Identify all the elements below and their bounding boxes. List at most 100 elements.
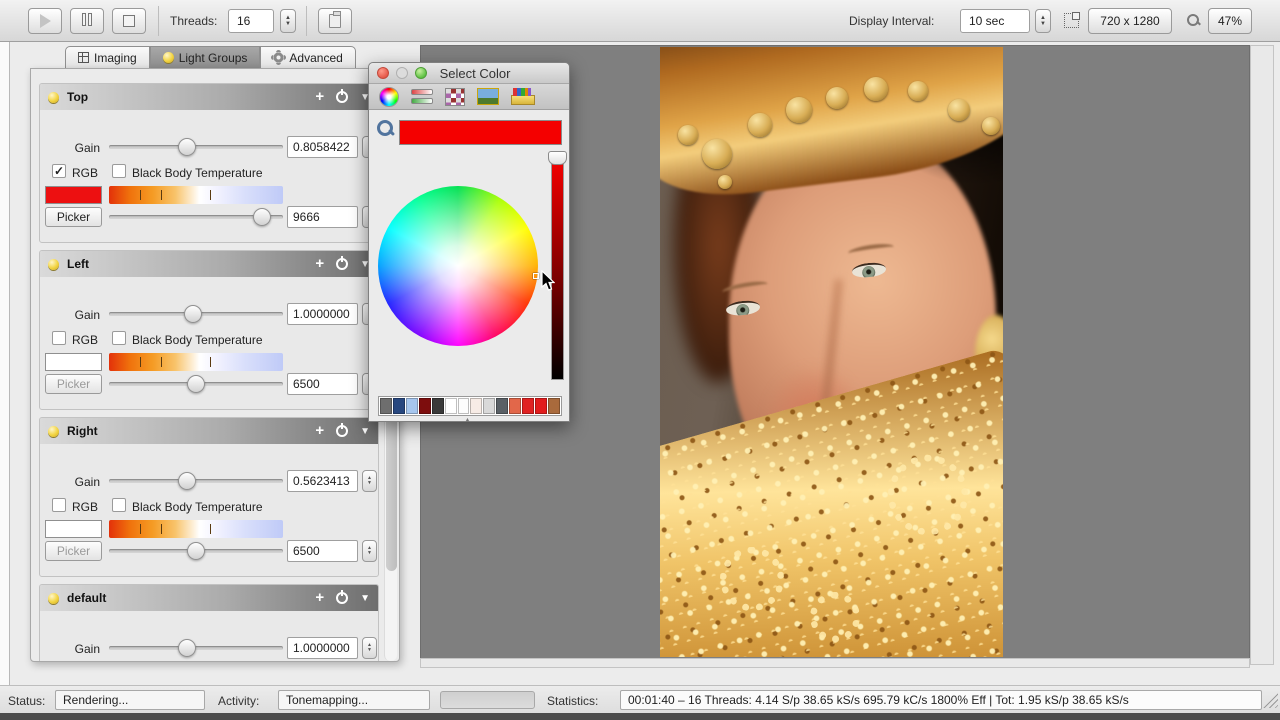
rgb-checkbox[interactable]: ✓ — [52, 164, 66, 178]
blackbody-gradient-bar[interactable] — [109, 186, 283, 204]
color-wheel-mode-icon[interactable] — [379, 87, 399, 107]
color-swatch[interactable] — [45, 520, 102, 538]
bbt-checkbox[interactable] — [112, 164, 126, 178]
gain-slider[interactable] — [109, 312, 283, 316]
color-swatch[interactable] — [406, 398, 418, 414]
gain-value-field[interactable]: 0.5623413 — [287, 470, 358, 492]
stop-button[interactable] — [112, 8, 146, 34]
minimize-icon[interactable] — [396, 67, 408, 79]
temperature-value-field[interactable]: 9666 — [287, 206, 358, 228]
picker-button[interactable]: Picker — [45, 374, 102, 394]
play-button[interactable] — [28, 8, 62, 34]
render-horizontal-scrollbar[interactable] — [420, 658, 1250, 668]
color-swatch[interactable] — [45, 186, 102, 204]
gain-slider[interactable] — [109, 646, 283, 650]
temperature-value-field[interactable]: 6500 — [287, 540, 358, 562]
rgb-checkbox[interactable] — [52, 498, 66, 512]
add-group-icon[interactable]: + — [315, 424, 324, 438]
gain-slider-knob[interactable] — [178, 639, 196, 657]
gain-slider[interactable] — [109, 479, 283, 483]
gain-slider-knob[interactable] — [178, 472, 196, 490]
brightness-slider[interactable] — [551, 158, 564, 380]
temperature-slider[interactable] — [109, 382, 283, 386]
gain-value-field[interactable]: 1.0000000 — [287, 637, 358, 659]
gain-slider-knob[interactable] — [184, 305, 202, 323]
color-swatch[interactable] — [483, 398, 495, 414]
gain-value-field[interactable]: 1.0000000 — [287, 303, 358, 325]
color-swatch[interactable] — [548, 398, 560, 414]
display-interval-input[interactable]: 10 sec — [960, 9, 1030, 33]
power-toggle-icon[interactable] — [336, 425, 348, 437]
add-group-icon[interactable]: + — [315, 591, 324, 605]
group-header-top[interactable]: Top + ▼ — [40, 84, 378, 110]
color-wheel[interactable] — [378, 186, 538, 346]
close-icon[interactable] — [377, 67, 389, 79]
power-toggle-icon[interactable] — [336, 91, 348, 103]
display-interval-stepper[interactable]: ▲▼ — [1035, 9, 1051, 33]
resolution-button[interactable]: 720 x 1280 — [1088, 8, 1172, 34]
gain-slider-knob[interactable] — [178, 138, 196, 156]
render-vertical-scrollbar[interactable] — [1250, 45, 1274, 665]
temperature-slider-knob[interactable] — [253, 208, 271, 226]
group-header-left[interactable]: Left + ▼ — [40, 251, 378, 277]
threads-input[interactable]: 16 — [228, 9, 274, 33]
temperature-slider[interactable] — [109, 215, 283, 219]
color-swatch[interactable] — [470, 398, 482, 414]
temperature-slider[interactable] — [109, 549, 283, 553]
color-swatch[interactable] — [496, 398, 508, 414]
picker-button[interactable]: Picker — [45, 207, 102, 227]
gain-stepper[interactable]: ▲▼ — [362, 470, 377, 492]
dialog-titlebar[interactable]: Select Color — [369, 63, 569, 84]
image-mode-icon[interactable] — [477, 88, 499, 105]
zoom-magnifier-icon[interactable] — [1186, 13, 1200, 27]
add-group-icon[interactable]: + — [315, 90, 324, 104]
power-toggle-icon[interactable] — [336, 592, 348, 604]
temperature-value-field[interactable]: 6500 — [287, 373, 358, 395]
bbt-checkbox[interactable] — [112, 498, 126, 512]
picker-button[interactable]: Picker — [45, 541, 102, 561]
palette-mode-icon[interactable] — [445, 88, 465, 106]
copy-button[interactable] — [318, 8, 352, 34]
color-swatch[interactable] — [45, 353, 102, 371]
blackbody-gradient-bar[interactable] — [109, 353, 283, 371]
color-wheel-selector[interactable] — [533, 273, 539, 279]
blackbody-gradient-bar[interactable] — [109, 520, 283, 538]
color-swatch[interactable] — [393, 398, 405, 414]
tab-light-groups[interactable]: Light Groups — [150, 46, 261, 69]
add-group-icon[interactable]: + — [315, 257, 324, 271]
brightness-slider-knob[interactable] — [548, 151, 567, 165]
color-swatch[interactable] — [458, 398, 470, 414]
threads-stepper[interactable]: ▲▼ — [280, 9, 296, 33]
chevron-down-icon[interactable]: ▼ — [360, 593, 370, 604]
chevron-down-icon[interactable]: ▼ — [360, 426, 370, 437]
zoom-level-button[interactable]: 47% — [1208, 8, 1252, 34]
bbt-checkbox[interactable] — [112, 331, 126, 345]
color-swatch[interactable] — [432, 398, 444, 414]
rgb-checkbox[interactable] — [52, 331, 66, 345]
group-header-default[interactable]: default + ▼ — [40, 585, 378, 611]
gain-stepper[interactable]: ▲▼ — [362, 637, 377, 659]
rgb-label: RGB — [72, 166, 98, 180]
tab-advanced[interactable]: Advanced — [260, 46, 355, 69]
power-toggle-icon[interactable] — [336, 258, 348, 270]
pause-button[interactable] — [70, 8, 104, 34]
crayons-mode-icon[interactable] — [511, 88, 533, 105]
color-swatch[interactable] — [535, 398, 547, 414]
sliders-mode-icon[interactable] — [411, 88, 433, 106]
color-swatch[interactable] — [509, 398, 521, 414]
temperature-slider-knob[interactable] — [187, 375, 205, 393]
color-swatch[interactable] — [419, 398, 431, 414]
gain-slider[interactable] — [109, 145, 283, 149]
group-header-right[interactable]: Right + ▼ — [40, 418, 378, 444]
resize-icon[interactable] — [1064, 13, 1079, 28]
tab-imaging[interactable]: Imaging — [65, 46, 150, 69]
temperature-stepper[interactable]: ▲▼ — [362, 540, 377, 562]
bbt-label: Black Body Temperature — [132, 166, 263, 180]
swatch-drawer-handle[interactable]: ▲ — [464, 417, 471, 424]
gain-value-field[interactable]: 0.8058422 — [287, 136, 358, 158]
color-swatch[interactable] — [445, 398, 457, 414]
color-swatch[interactable] — [522, 398, 534, 414]
zoom-window-icon[interactable] — [415, 67, 427, 79]
color-swatch[interactable] — [380, 398, 392, 414]
temperature-slider-knob[interactable] — [187, 542, 205, 560]
